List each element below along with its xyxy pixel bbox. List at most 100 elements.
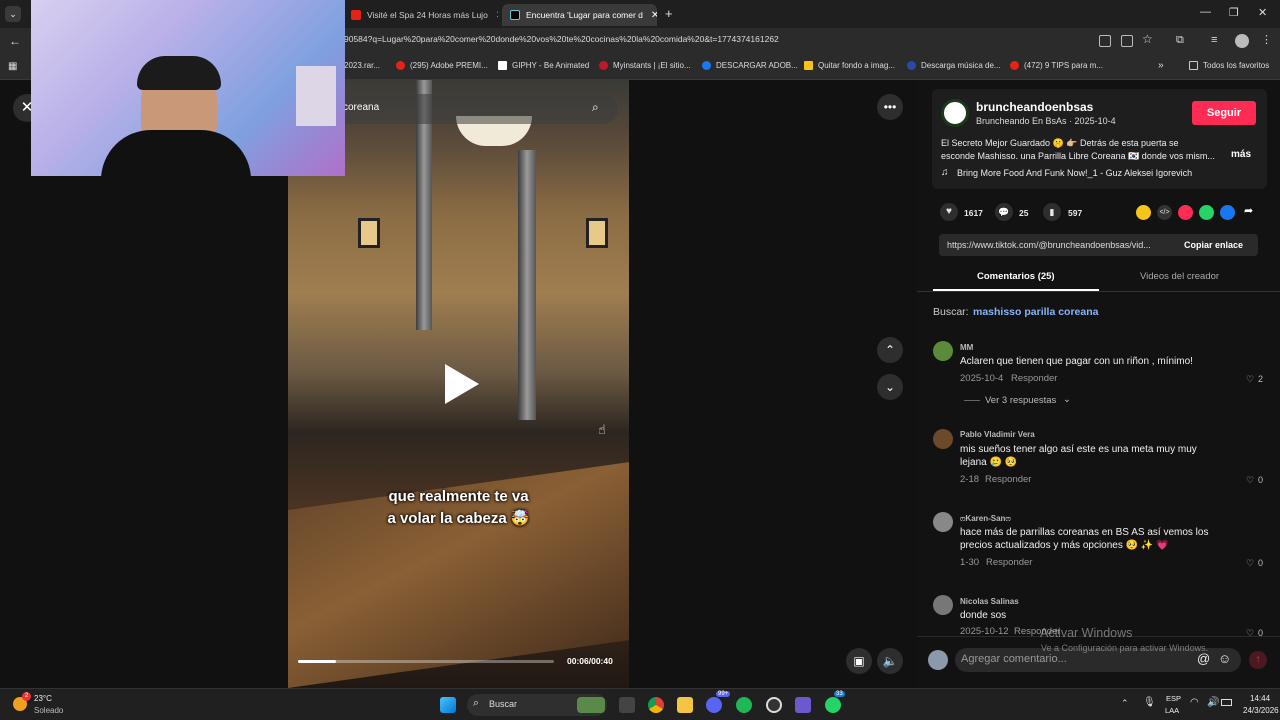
tray-overflow-icon[interactable]: ⌃ — [1121, 698, 1129, 709]
close-tab-icon[interactable]: ✕ — [643, 10, 657, 21]
avatar[interactable] — [933, 512, 953, 532]
post-comment-button[interactable]: ↑ — [1249, 651, 1267, 669]
comment-icon[interactable]: 💬 — [995, 203, 1013, 221]
app-icon[interactable] — [795, 697, 811, 713]
minimize-button[interactable]: — — [1200, 6, 1211, 18]
reply-button[interactable]: Responder — [985, 474, 1031, 485]
speaker-icon[interactable]: 🔊 — [1207, 697, 1219, 708]
progress-bar[interactable] — [298, 660, 554, 663]
volume-icon[interactable]: 🔈 — [877, 648, 903, 674]
play-icon[interactable] — [445, 364, 479, 404]
bookmark-item[interactable]: DESCARGAR ADOB... — [702, 61, 798, 70]
profile-avatar[interactable] — [1235, 34, 1249, 48]
comment-like-icon[interactable]: ♡ — [1246, 558, 1254, 569]
reply-button[interactable]: Responder — [1011, 373, 1057, 384]
all-bookmarks[interactable]: Todos los favoritos — [1189, 61, 1269, 70]
keyboard-layout[interactable]: LAA — [1165, 706, 1179, 715]
bookmark-item[interactable]: (472) 9 TIPS para m... — [1010, 61, 1103, 70]
avatar[interactable] — [933, 341, 953, 361]
obs-icon[interactable] — [766, 697, 782, 713]
comment-author[interactable]: Pablo Vladimir Vera — [960, 430, 1035, 439]
close-tab-icon[interactable]: ✕ — [488, 10, 498, 21]
avatar[interactable] — [933, 429, 953, 449]
bookmark-item[interactable]: Myinstants | ¡El sitio... — [599, 61, 691, 70]
chevron-down-icon[interactable]: ⌄ — [1063, 394, 1071, 405]
like-button[interactable]: ♥ — [940, 203, 958, 221]
bookmark-item[interactable]: GIPHY - Be Animated — [498, 61, 589, 70]
discord-icon[interactable] — [706, 697, 722, 713]
miniplayer-button[interactable]: ▣ — [846, 648, 872, 674]
tab-search-button[interactable]: ⌄ — [5, 6, 21, 22]
comment-like-icon[interactable]: ♡ — [1246, 475, 1254, 486]
close-window-button[interactable]: ✕ — [1258, 6, 1267, 19]
bookmark-label: Quitar fondo a imag... — [818, 61, 895, 70]
copy-link-button[interactable]: Copiar enlace — [1184, 240, 1243, 250]
comment-author[interactable]: ෆKaren-Sanෆ — [960, 514, 1011, 524]
comment-author[interactable]: Nicolas Salinas — [960, 597, 1019, 606]
next-video-button[interactable]: ⌄ — [877, 374, 903, 400]
bookmark-icon[interactable]: ▮ — [1043, 203, 1061, 221]
facebook-icon[interactable] — [1220, 205, 1235, 220]
tab-creator-videos[interactable]: Videos del creador — [1140, 271, 1219, 282]
whatsapp-icon[interactable] — [1199, 205, 1214, 220]
restore-button[interactable]: ❐ — [1229, 6, 1239, 19]
bookmark-star-icon[interactable]: ☆ — [1142, 32, 1153, 46]
video-search-bar[interactable]: coreana ⌕ — [300, 94, 618, 124]
tab-tiktok[interactable]: Encuentra 'Lugar para comer d ✕ — [502, 4, 657, 26]
tab-comments[interactable]: Comentarios (25) — [977, 271, 1055, 282]
translate-icon[interactable] — [1099, 35, 1111, 47]
bookmark-item[interactable]: Descarga música de... — [907, 61, 1001, 70]
mention-icon[interactable]: @ — [1197, 651, 1210, 666]
battery-icon[interactable] — [1221, 699, 1232, 706]
clock-date[interactable]: 24/3/2026 — [1243, 706, 1279, 715]
url-field[interactable]: 90584?q=Lugar%20para%20comer%20donde%20v… — [344, 34, 779, 44]
user-avatar[interactable] — [928, 650, 948, 670]
share-link-text[interactable]: https://www.tiktok.com/@bruncheandoenbsa… — [947, 240, 1173, 250]
creator-avatar[interactable] — [941, 99, 969, 127]
music-title[interactable]: Bring More Food And Funk Now!_1 - Guz Al… — [957, 168, 1192, 178]
bookmark-item[interactable]: 2023.rar... — [344, 61, 380, 70]
repost-icon[interactable] — [1136, 205, 1151, 220]
comment-like-icon[interactable]: ♡ — [1246, 374, 1254, 385]
spotify-icon[interactable] — [736, 697, 752, 713]
send-icon[interactable] — [1178, 205, 1193, 220]
cast-icon[interactable] — [1121, 35, 1133, 47]
search-icon[interactable]: ⌕ — [592, 100, 599, 115]
comment-author[interactable]: MM — [960, 343, 973, 352]
bookmark-item[interactable]: (295) Adobe PREMI... — [396, 61, 488, 70]
start-icon[interactable] — [440, 697, 456, 713]
apps-icon[interactable]: ▦ — [8, 61, 17, 72]
language-code[interactable]: ESP — [1166, 694, 1181, 703]
wifi-icon[interactable]: ◠ — [1190, 697, 1199, 708]
avatar[interactable] — [933, 595, 953, 615]
clock-time[interactable]: 14:44 — [1250, 694, 1270, 703]
extensions-icon[interactable]: ⧉ — [1176, 34, 1184, 47]
follow-button[interactable]: Seguir — [1192, 101, 1256, 125]
bookmark-item[interactable]: Quitar fondo a imag... — [804, 61, 895, 70]
taskview-icon[interactable] — [619, 697, 635, 713]
previous-video-button[interactable]: ⌃ — [877, 337, 903, 363]
weather-condition[interactable]: Soleado — [34, 706, 63, 715]
chrome-icon[interactable] — [648, 697, 664, 713]
new-tab-button[interactable]: + — [665, 6, 673, 21]
like-count: 1617 — [964, 208, 983, 218]
view-replies-button[interactable]: Ver 3 respuestas — [985, 395, 1056, 406]
media-icon[interactable]: ≡ — [1211, 34, 1217, 46]
microphone-icon[interactable]: 🎙 — [1143, 697, 1156, 708]
creator-username[interactable]: bruncheandoenbsas — [976, 100, 1093, 114]
tab-spa[interactable]: Visité el Spa 24 Horas más Lujo ✕ — [343, 4, 498, 26]
emoji-icon[interactable]: ☺ — [1218, 651, 1231, 666]
search-term-link[interactable]: mashisso parilla coreana — [973, 306, 1098, 318]
whatsapp-icon[interactable] — [825, 697, 841, 713]
back-icon[interactable]: ← — [9, 34, 21, 48]
more-button[interactable]: más — [1231, 149, 1251, 160]
file-explorer-icon[interactable] — [677, 697, 693, 713]
share-icon[interactable]: ➦ — [1244, 204, 1253, 217]
reply-button[interactable]: Responder — [986, 557, 1032, 568]
taskbar-search[interactable]: ⌕ Buscar — [467, 694, 607, 716]
more-options-button[interactable]: ••• — [877, 94, 903, 120]
embed-icon[interactable]: </> — [1157, 205, 1172, 220]
menu-icon[interactable]: ⋮ — [1261, 33, 1272, 46]
temperature[interactable]: 23°C — [34, 694, 52, 703]
bookmarks-overflow-icon[interactable]: » — [1158, 60, 1164, 71]
